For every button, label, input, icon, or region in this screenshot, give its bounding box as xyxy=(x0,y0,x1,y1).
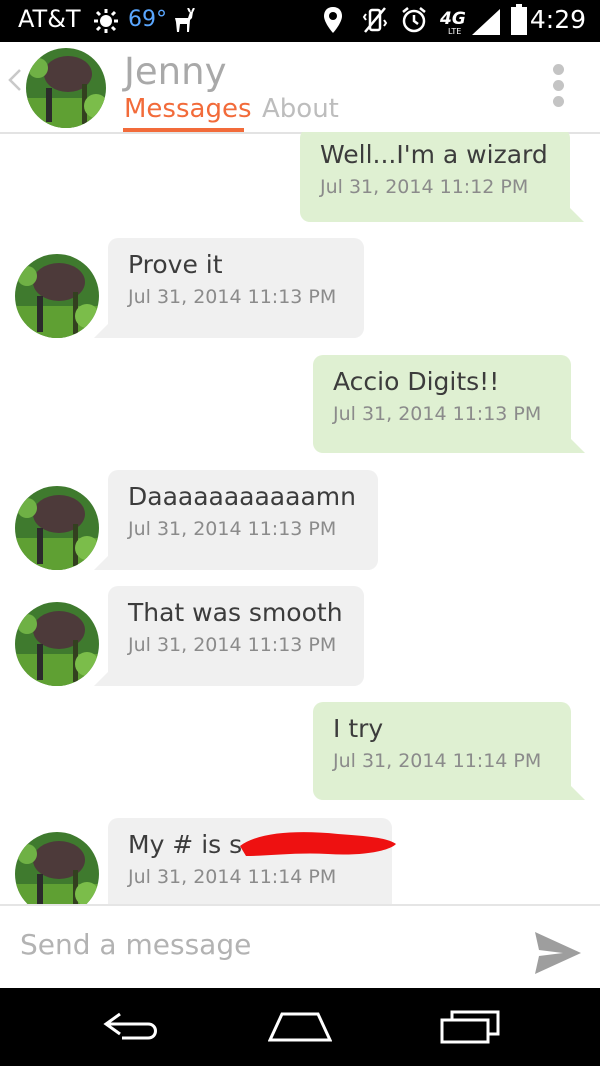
back-icon[interactable] xyxy=(100,1008,164,1048)
tab-messages[interactable]: Messages xyxy=(124,94,252,124)
message-bubble-outgoing: Well...I'm a wizard Jul 31, 2014 11:12 P… xyxy=(300,132,584,222)
contact-avatar[interactable] xyxy=(15,602,99,686)
message-timestamp: Jul 31, 2014 11:13 PM xyxy=(128,286,337,308)
header-avatar[interactable] xyxy=(26,48,106,128)
contact-name: Jenny xyxy=(124,50,227,93)
message-timestamp: Jul 31, 2014 11:13 PM xyxy=(128,518,337,540)
recent-apps-icon[interactable] xyxy=(438,1008,502,1048)
location-icon xyxy=(322,6,344,38)
message-bubble-incoming: Daaaaaaaaaaamn Jul 31, 2014 11:13 PM xyxy=(94,470,378,570)
contact-avatar[interactable] xyxy=(15,486,99,570)
home-icon[interactable] xyxy=(267,1008,333,1048)
message-bubble-incoming: That was smooth Jul 31, 2014 11:13 PM xyxy=(94,586,364,686)
message-list[interactable]: Well...I'm a wizard Jul 31, 2014 11:12 P… xyxy=(0,132,600,904)
tab-about[interactable]: About xyxy=(262,94,339,124)
message-bubble-incoming: Prove it Jul 31, 2014 11:13 PM xyxy=(94,238,364,338)
back-chevron-icon[interactable] xyxy=(8,68,22,92)
clock-label: 4:29 xyxy=(529,5,586,34)
alarm-icon xyxy=(400,5,428,39)
send-icon[interactable] xyxy=(533,930,583,980)
signal-icon xyxy=(470,8,502,40)
message-bubble-outgoing: I try Jul 31, 2014 11:14 PM xyxy=(313,702,585,800)
message-timestamp: Jul 31, 2014 11:13 PM xyxy=(333,403,542,425)
message-text: I try xyxy=(333,714,384,743)
redaction-scribble xyxy=(240,832,396,856)
conversation-header: Jenny Messages About xyxy=(0,42,600,134)
contact-avatar[interactable] xyxy=(15,832,99,904)
message-text: Well...I'm a wizard xyxy=(320,140,548,169)
message-text: Prove it xyxy=(128,250,223,279)
status-bar: AT&T 69° 4G LTE 4:29 xyxy=(0,0,600,42)
weather-icon xyxy=(92,8,120,38)
message-timestamp: Jul 31, 2014 11:14 PM xyxy=(333,750,542,772)
svg-text:LTE: LTE xyxy=(448,27,461,36)
deer-icon xyxy=(172,7,196,38)
carrier-label: AT&T xyxy=(18,5,81,33)
network-label: 4G xyxy=(440,9,466,29)
message-input[interactable]: Send a message xyxy=(20,928,251,961)
battery-icon xyxy=(510,4,528,40)
overflow-menu-icon[interactable] xyxy=(546,64,570,112)
message-timestamp: Jul 31, 2014 11:14 PM xyxy=(128,866,337,888)
contact-avatar[interactable] xyxy=(15,254,99,338)
vibrate-icon xyxy=(362,6,388,38)
message-composer: Send a message xyxy=(0,904,600,990)
message-text: Daaaaaaaaaaamn xyxy=(128,482,356,511)
system-nav-bar xyxy=(0,988,600,1066)
message-text: That was smooth xyxy=(128,598,343,627)
message-bubble-outgoing: Accio Digits!! Jul 31, 2014 11:13 PM xyxy=(313,355,585,453)
message-timestamp: Jul 31, 2014 11:13 PM xyxy=(128,634,337,656)
temperature-label: 69° xyxy=(128,7,167,32)
message-text: Accio Digits!! xyxy=(333,367,500,396)
message-timestamp: Jul 31, 2014 11:12 PM xyxy=(320,176,529,198)
lte-icon: 4G LTE xyxy=(439,6,470,40)
